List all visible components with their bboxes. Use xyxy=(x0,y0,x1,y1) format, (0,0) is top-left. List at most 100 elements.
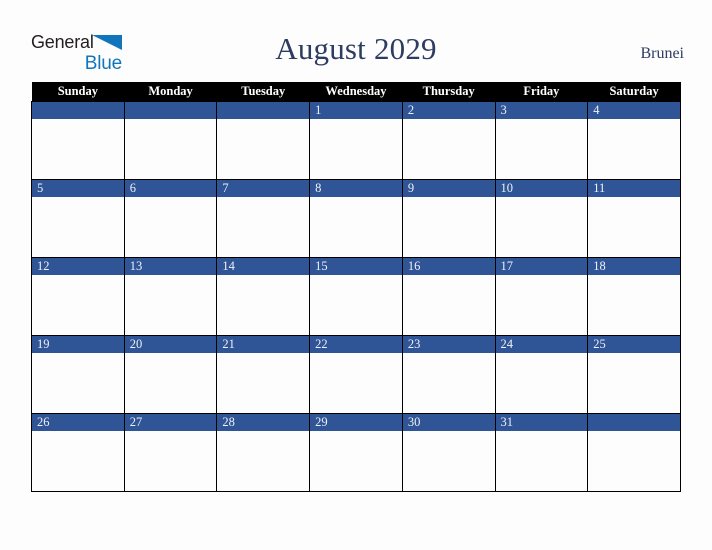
calendar-day-cell[interactable]: 31 xyxy=(494,413,589,492)
day-number xyxy=(588,414,680,431)
day-cell-body[interactable] xyxy=(217,275,309,334)
calendar-day-cell[interactable]: 27 xyxy=(123,413,218,492)
calendar-day-cell[interactable]: 7 xyxy=(216,179,311,258)
calendar-day-cell[interactable]: 15 xyxy=(309,257,403,336)
calendar-day-cell[interactable]: 17 xyxy=(494,257,589,336)
page-header: General Blue August 2029 Brunei xyxy=(0,0,712,82)
calendar-day-cell[interactable]: 1 xyxy=(309,101,403,180)
day-number: 18 xyxy=(588,258,680,275)
day-number: 27 xyxy=(124,414,217,431)
calendar-day-cell[interactable] xyxy=(31,101,125,180)
day-number: 12 xyxy=(32,258,124,275)
calendar-day-cell[interactable]: 25 xyxy=(587,335,681,414)
day-cell-body[interactable] xyxy=(217,353,309,412)
day-cell-body[interactable] xyxy=(32,353,124,412)
day-number: 14 xyxy=(217,258,310,275)
day-cell-body[interactable] xyxy=(310,353,402,412)
calendar-day-cell[interactable] xyxy=(587,413,681,492)
day-number: 20 xyxy=(124,336,217,353)
day-cell-body[interactable] xyxy=(496,119,588,178)
day-number: 5 xyxy=(32,180,124,197)
day-cell-body[interactable] xyxy=(32,119,124,178)
calendar-day-cell[interactable]: 6 xyxy=(123,179,218,258)
day-cell-body[interactable] xyxy=(125,353,217,412)
day-cell-body[interactable] xyxy=(496,197,588,256)
weekday-header-tuesday: Tuesday xyxy=(216,82,310,102)
day-cell-body[interactable] xyxy=(588,119,680,178)
day-number: 28 xyxy=(217,414,310,431)
day-cell-body[interactable] xyxy=(125,197,217,256)
day-cell-body[interactable] xyxy=(496,353,588,412)
calendar-day-cell[interactable]: 11 xyxy=(587,179,681,258)
day-cell-body[interactable] xyxy=(496,431,588,490)
day-cell-body[interactable] xyxy=(217,119,309,178)
calendar-day-cell[interactable]: 3 xyxy=(494,101,589,180)
calendar-day-cell[interactable]: 8 xyxy=(309,179,403,258)
calendar-day-cell[interactable]: 19 xyxy=(31,335,125,414)
day-number: 19 xyxy=(32,336,124,353)
day-cell-body[interactable] xyxy=(403,431,495,490)
calendar-day-cell[interactable]: 22 xyxy=(309,335,403,414)
day-number: 11 xyxy=(588,180,680,197)
calendar-day-cell[interactable]: 12 xyxy=(31,257,125,336)
day-cell-body[interactable] xyxy=(125,431,217,490)
calendar-day-cell[interactable]: 14 xyxy=(216,257,311,336)
day-cell-body[interactable] xyxy=(496,275,588,334)
day-cell-body[interactable] xyxy=(32,197,124,256)
calendar-day-cell[interactable]: 21 xyxy=(216,335,311,414)
calendar-day-cell[interactable]: 28 xyxy=(216,413,311,492)
day-number: 1 xyxy=(310,102,402,119)
calendar-day-cell[interactable]: 5 xyxy=(31,179,125,258)
calendar-day-cell[interactable]: 23 xyxy=(401,335,496,414)
day-cell-body[interactable] xyxy=(125,275,217,334)
day-cell-body[interactable] xyxy=(310,119,402,178)
calendar-day-cell[interactable]: 9 xyxy=(401,179,496,258)
day-cell-body[interactable] xyxy=(310,431,402,490)
day-cell-body[interactable] xyxy=(310,197,402,256)
day-cell-body[interactable] xyxy=(217,431,309,490)
calendar-day-cell[interactable]: 26 xyxy=(31,413,125,492)
day-number: 31 xyxy=(495,414,588,431)
day-cell-body[interactable] xyxy=(588,353,680,412)
calendar-day-cell[interactable]: 4 xyxy=(587,101,681,180)
country-label: Brunei xyxy=(640,45,684,62)
month-calendar-table: Sunday Monday Tuesday Wednesday Thursday… xyxy=(31,82,681,492)
day-number: 25 xyxy=(588,336,680,353)
calendar-day-cell[interactable] xyxy=(123,101,218,180)
day-cell-body[interactable] xyxy=(588,275,680,334)
day-number: 10 xyxy=(495,180,588,197)
calendar-day-cell[interactable]: 13 xyxy=(123,257,218,336)
day-cell-body[interactable] xyxy=(403,197,495,256)
calendar-day-cell[interactable]: 10 xyxy=(494,179,589,258)
day-cell-body[interactable] xyxy=(310,275,402,334)
day-number: 15 xyxy=(310,258,402,275)
day-cell-body[interactable] xyxy=(588,197,680,256)
day-cell-body[interactable] xyxy=(403,353,495,412)
weekday-header-monday: Monday xyxy=(124,82,217,102)
day-number: 4 xyxy=(588,102,680,119)
calendar-day-cell[interactable]: 20 xyxy=(123,335,218,414)
day-cell-body[interactable] xyxy=(403,275,495,334)
day-number: 13 xyxy=(124,258,217,275)
calendar-day-cell[interactable]: 24 xyxy=(494,335,589,414)
day-cell-body[interactable] xyxy=(125,119,217,178)
day-cell-body[interactable] xyxy=(588,431,680,490)
day-cell-body[interactable] xyxy=(32,275,124,334)
calendar-page: General Blue August 2029 Brunei Sunday M… xyxy=(0,0,712,550)
calendar-week-row: 26 27 28 29 30 31 xyxy=(31,413,681,492)
day-cell-body[interactable] xyxy=(403,119,495,178)
calendar-day-cell[interactable]: 2 xyxy=(401,101,496,180)
day-cell-body[interactable] xyxy=(217,197,309,256)
day-number: 24 xyxy=(495,336,588,353)
calendar-body: 1 2 3 4 5 6 7 8 9 10 11 12 13 14 15 16 1… xyxy=(31,101,681,492)
day-cell-body[interactable] xyxy=(32,431,124,490)
calendar-day-cell[interactable]: 16 xyxy=(401,257,496,336)
calendar-day-cell[interactable]: 18 xyxy=(587,257,681,336)
weekday-header-saturday: Saturday xyxy=(587,82,681,102)
day-number: 16 xyxy=(402,258,495,275)
calendar-day-cell[interactable] xyxy=(216,101,311,180)
calendar-day-cell[interactable]: 30 xyxy=(401,413,496,492)
calendar-day-cell[interactable]: 29 xyxy=(309,413,403,492)
weekday-header-friday: Friday xyxy=(495,82,588,102)
day-number: 23 xyxy=(402,336,495,353)
